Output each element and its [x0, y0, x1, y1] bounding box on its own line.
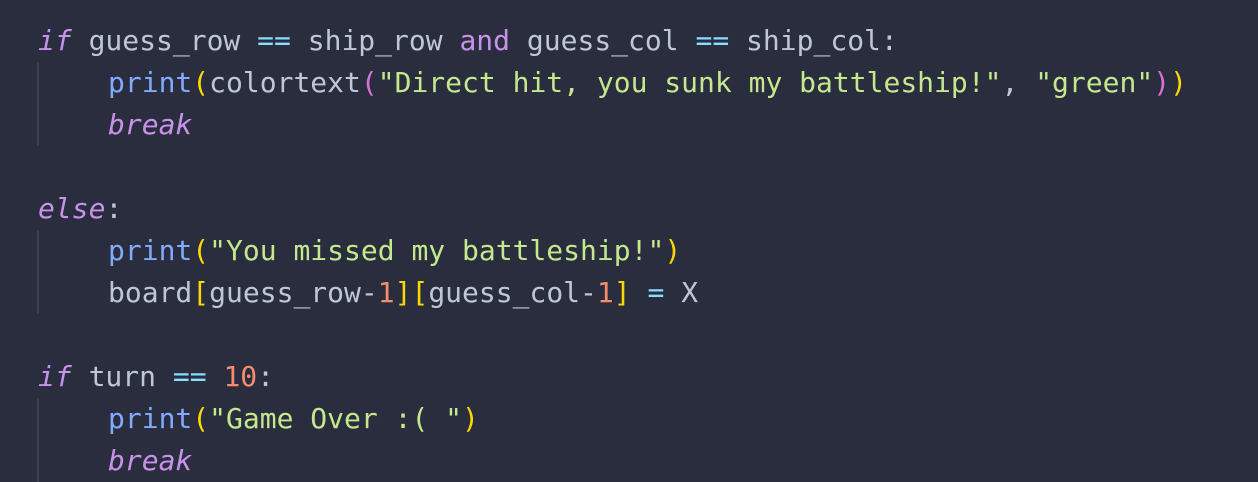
- number-literal: 1: [377, 276, 395, 309]
- operator-assign: =: [630, 276, 682, 309]
- colon: :: [257, 360, 275, 393]
- string-literal: "Game Over :( ": [209, 402, 463, 435]
- identifier: guess_col: [510, 24, 696, 57]
- bracket: ): [1170, 66, 1187, 99]
- keyword-if: if: [38, 24, 72, 57]
- code-line-6[interactable]: print("You missed my battleship!"): [108, 230, 681, 272]
- string-literal: "You missed my battleship!": [209, 234, 665, 267]
- number-literal: 10: [223, 360, 258, 393]
- identifier: guess_row: [71, 24, 258, 57]
- code-line-9[interactable]: if turn == 10:: [38, 356, 274, 398]
- operator-equals: ==: [172, 360, 207, 393]
- code-line-2[interactable]: print(colortext("Direct hit, you sunk my…: [108, 62, 1187, 104]
- keyword-if: if: [38, 360, 72, 393]
- keyword-else: else: [38, 192, 106, 225]
- bracket: ]: [394, 276, 412, 309]
- code-line-11[interactable]: break: [108, 440, 192, 482]
- operator-equals: ==: [695, 24, 730, 57]
- identifier: ship_row: [290, 24, 460, 57]
- function-print: print: [108, 402, 193, 435]
- identifier: X: [681, 276, 699, 309]
- bracket: (: [360, 66, 378, 99]
- indent-guide: [37, 398, 39, 482]
- bracket: ): [462, 402, 479, 435]
- identifier: ship_col:: [729, 24, 898, 57]
- code-line-10[interactable]: print("Game Over :( "): [108, 398, 479, 440]
- code-line-1[interactable]: if guess_row == ship_row and guess_col =…: [38, 20, 898, 62]
- code-line-3[interactable]: break: [108, 104, 192, 146]
- bracket: (: [192, 234, 210, 267]
- code-line-5[interactable]: else:: [38, 188, 122, 230]
- identifier: guess_col-: [428, 276, 597, 309]
- bracket: (: [192, 402, 210, 435]
- identifier: turn: [71, 360, 173, 393]
- bracket: (: [192, 66, 210, 99]
- identifier-board: board: [108, 276, 193, 309]
- function-colortext: colortext: [209, 66, 361, 99]
- indent-guide: [37, 62, 39, 146]
- code-editor[interactable]: if guess_row == ship_row and guess_col =…: [0, 0, 1258, 482]
- operator-equals: ==: [257, 24, 291, 57]
- keyword-break: break: [108, 444, 193, 477]
- function-print: print: [108, 234, 193, 267]
- bracket: ): [664, 234, 682, 267]
- bracket: ): [1153, 66, 1171, 99]
- keyword-break: break: [108, 108, 193, 141]
- bracket: [: [411, 276, 429, 309]
- colon: :: [105, 192, 123, 225]
- comma: ,: [1001, 66, 1036, 99]
- number-literal: 1: [596, 276, 614, 309]
- function-print: print: [108, 66, 193, 99]
- string-literal: "Direct hit, you sunk my battleship!": [377, 66, 1002, 99]
- indent-guide: [37, 230, 39, 314]
- keyword-and: and: [459, 24, 511, 57]
- string-literal: "green": [1035, 66, 1154, 99]
- bracket: [: [192, 276, 210, 309]
- bracket: ]: [613, 276, 631, 309]
- code-line-7[interactable]: board[guess_row-1][guess_col-1] = X: [108, 272, 698, 314]
- identifier: guess_row-: [209, 276, 378, 309]
